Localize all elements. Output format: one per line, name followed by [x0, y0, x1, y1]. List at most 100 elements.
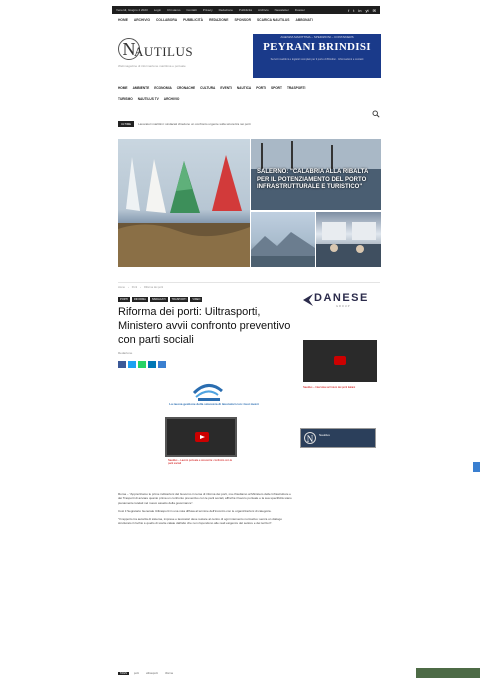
twitter-share-icon[interactable] [128, 361, 136, 368]
category-tag[interactable]: PORTI [118, 297, 130, 302]
tag-link[interactable]: riforma [163, 672, 175, 675]
hero-tile-featured[interactable]: Salerno: "Calabria alla ribalta per il p… [251, 139, 381, 210]
corner-thumbnail[interactable] [416, 668, 480, 678]
whatsapp-share-icon[interactable] [138, 361, 146, 368]
ticker-badge: ULTIME [118, 121, 135, 127]
submenu-item[interactable]: REDAZIONE [209, 18, 228, 22]
logo-word: AUTILUS [134, 44, 194, 59]
logo-tagline: Webmagazine di informazione marittima e … [118, 64, 186, 68]
banner-logo-letter: N [304, 432, 316, 444]
nav-item[interactable]: NAUTICA [237, 86, 251, 90]
article-body: Roma – "Apprezziamo le prime indicazioni… [118, 492, 294, 530]
category-tag[interactable]: TRASPORTI [169, 297, 189, 302]
topbar-link[interactable]: Redazione [219, 8, 233, 12]
sponsor-caption: La nuova gestione della sicurezza di lav… [169, 402, 259, 406]
social-links: f t in yt ✉ [348, 8, 376, 13]
submenu-item[interactable]: HOME [118, 18, 128, 22]
breadcrumb-separator: › [127, 286, 129, 289]
category-tag[interactable]: RIFORMA [131, 297, 148, 302]
mountain-image [251, 232, 315, 267]
sidebar-video-caption[interactable]: Nautilus – Intervista sul futuro dei por… [303, 386, 377, 389]
topbar-link[interactable]: Privacy [203, 8, 213, 12]
ad-subtext: Servizi marittimi e logistici completi p… [270, 58, 364, 61]
play-icon[interactable] [334, 356, 346, 365]
sponsor-mark-icon [303, 294, 313, 306]
breadcrumb-separator: › [140, 286, 142, 289]
submenu-item[interactable]: ABBONATI [295, 18, 312, 22]
hero-tile-mountains[interactable] [251, 212, 315, 267]
nav-item[interactable]: AMBIENTE [133, 86, 150, 90]
video-caption[interactable]: Nautilus – Lavoro portuale e sicurezza: … [168, 459, 234, 466]
tags-label: TAGS [118, 672, 129, 675]
sidebar-banner[interactable]: N Nautilus [300, 428, 376, 448]
sidebar-logo-sub: GROUP [336, 305, 351, 308]
hero-tile-conference[interactable] [316, 212, 381, 267]
ad-top-text: AGENZIA MARITTIMA – SPEDIZIONI – CONTAIN… [280, 35, 354, 39]
site-logo[interactable]: N AUTILUS Webmagazine di informazione ma… [118, 38, 238, 74]
sailboats-image [118, 155, 250, 267]
nav-item[interactable]: TRASPORTI [287, 86, 305, 90]
email-share-icon[interactable] [158, 361, 166, 368]
topbar-link[interactable]: Dossier [295, 8, 305, 12]
nav-item[interactable]: CULTURA [200, 86, 215, 90]
article-author[interactable]: Redazione [118, 351, 132, 355]
nav-item-home[interactable]: HOME [118, 86, 128, 90]
facebook-share-icon[interactable] [118, 361, 126, 368]
article-video[interactable] [165, 417, 237, 457]
breadcrumb-item[interactable]: Porti [132, 286, 137, 289]
nav-item[interactable]: PORTI [256, 86, 266, 90]
top-bar: Venerdì, Giugno 2 2023 Login Chi siamo C… [112, 6, 380, 14]
main-nav-row-2: TURISMO NAUTILUS TV ARCHIVIO [118, 95, 318, 103]
submenu-item[interactable]: ARCHIVIO [134, 18, 150, 22]
article-paragraph: Così il Segretario Generale Uiltrasporti… [118, 508, 272, 513]
play-icon[interactable] [195, 432, 209, 442]
ticker-headline[interactable]: Lavoratori marittimi: sindacati chiedono… [138, 122, 251, 126]
main-nav: HOME AMBIENTE ECONOMIA CRONACHE CULTURA … [118, 84, 382, 92]
news-ticker: ULTIME Lavoratori marittimi: sindacati c… [118, 121, 378, 127]
youtube-icon[interactable]: yt [366, 8, 369, 13]
article-tags: TAGS porti uiltrasporti riforma [118, 672, 175, 675]
category-tag[interactable]: SINDACATI [149, 297, 168, 302]
tag-link[interactable]: uiltrasporti [144, 672, 160, 675]
nav-item[interactable]: TURISMO [118, 97, 133, 101]
search-icon[interactable] [372, 110, 380, 118]
nav-item[interactable]: EVENTI [220, 86, 232, 90]
nav-item[interactable]: SPORT [271, 86, 282, 90]
nav-item[interactable]: CRONACHE [177, 86, 195, 90]
topbar-link[interactable]: Newsletter [275, 8, 289, 12]
facebook-icon[interactable]: f [348, 8, 349, 13]
category-tag[interactable]: VIDEO [190, 297, 203, 302]
topbar-link[interactable]: Chi siamo [167, 8, 180, 12]
ad-title: PEYRANI BRINDISI [263, 41, 371, 53]
topbar-link[interactable]: Pubblicità [239, 8, 252, 12]
article-title: Riforma dei porti: Uiltrasporti, Ministe… [118, 306, 291, 346]
floating-side-tab[interactable] [473, 462, 480, 472]
breadcrumb-item[interactable]: Home [118, 286, 125, 289]
topbar-link[interactable]: Contatti [186, 8, 196, 12]
submenu-item[interactable]: SCARICA NAUTILUS [257, 18, 289, 22]
sidebar-video[interactable] [303, 340, 377, 382]
nav-item[interactable]: NAUTILUS TV [138, 97, 159, 101]
topbar-link-login[interactable]: Login [154, 8, 161, 12]
sponsor-logo[interactable] [188, 379, 228, 403]
submenu-item[interactable]: COLLABORA [156, 18, 177, 22]
nav-item[interactable]: ARCHIVIO [164, 97, 180, 101]
hero-main-image[interactable] [118, 139, 250, 267]
submenu-item[interactable]: PUBBLICITÀ [183, 18, 203, 22]
breadcrumb: Home › Porti › Riforma dei porti [118, 286, 258, 289]
sidebar-sponsor-logo[interactable]: DANESE GROUP [302, 292, 380, 312]
linkedin-share-icon[interactable] [148, 361, 156, 368]
nav-item[interactable]: ECONOMIA [154, 86, 172, 90]
twitter-icon[interactable]: t [353, 8, 354, 13]
tag-link[interactable]: porti [132, 672, 141, 675]
share-buttons [118, 361, 166, 368]
topbar-item: Venerdì, Giugno 2 2023 [116, 8, 148, 12]
breadcrumb-current: Riforma dei porti [144, 286, 164, 289]
mail-icon[interactable]: ✉ [373, 8, 376, 13]
topbar-link[interactable]: Archivio [258, 8, 269, 12]
sidebar-logo-word: DANESE [314, 292, 369, 304]
article-paragraph: Roma – "Apprezziamo le prime indicazioni… [118, 492, 292, 505]
submenu-item[interactable]: SPONSOR [234, 18, 251, 22]
linkedin-icon[interactable]: in [358, 8, 361, 13]
header-ad-banner[interactable]: AGENZIA MARITTIMA – SPEDIZIONI – CONTAIN… [253, 34, 381, 78]
